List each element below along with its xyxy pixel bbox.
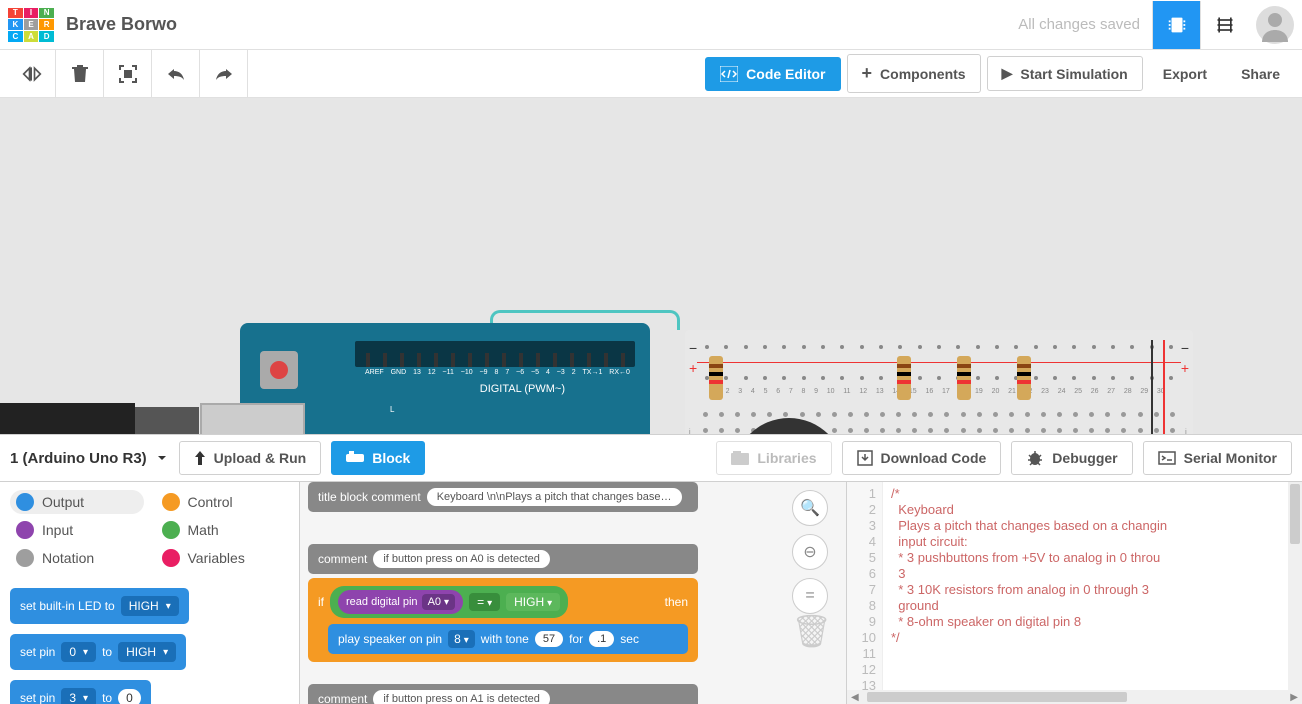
redo-button[interactable]	[200, 50, 248, 98]
block-workspace[interactable]: 🔍 ⊖ = 🗑 title block comment Keyboard \n\…	[300, 482, 846, 704]
pin-dropdown[interactable]: 8	[448, 630, 475, 648]
minus-icon: −	[689, 340, 697, 356]
set-pin-block[interactable]: set pin 0 to HIGH	[10, 634, 186, 670]
read-digital-block[interactable]: read digital pin A0	[338, 590, 463, 614]
set-led-block[interactable]: set built-in LED to HIGH	[10, 588, 189, 624]
download-code-button[interactable]: Download Code	[842, 441, 1002, 475]
code-toolbar: 1 (Arduino Uno R3) Upload & Run Block Li…	[0, 434, 1302, 482]
breadboard[interactable]: + + − − 12345678910111213141516171819202…	[685, 330, 1193, 434]
high-dropdown[interactable]: HIGH	[506, 593, 560, 611]
horizontal-scrollbar[interactable]: ◀ ▶	[847, 690, 1302, 704]
code-editor-button[interactable]: Code Editor	[705, 57, 840, 91]
toolbar: Code Editor +Components ▶Start Simulatio…	[0, 50, 1302, 98]
row-labels-left: jihgf	[689, 426, 693, 434]
play-speaker-block[interactable]: play speaker on pin 8 with tone 57 for .…	[328, 624, 688, 654]
block-mode-button[interactable]: Block	[331, 441, 425, 475]
category-list: Output Control Input Math Notation Varia…	[0, 482, 299, 578]
if-block[interactable]: if read digital pin A0 = HIGH then play …	[308, 578, 698, 662]
user-avatar[interactable]	[1256, 6, 1294, 44]
serial-monitor-button[interactable]: Serial Monitor	[1143, 441, 1292, 475]
equals-block[interactable]: read digital pin A0 = HIGH	[330, 586, 568, 618]
zoom-out-button[interactable]: ⊖	[792, 534, 828, 570]
category-variables[interactable]: Variables	[156, 546, 290, 570]
category-notation[interactable]: Notation	[10, 546, 144, 570]
components-button[interactable]: +Components	[847, 54, 981, 93]
plus-icon: +	[689, 360, 697, 376]
usb-cable	[0, 403, 135, 434]
comment-block[interactable]: comment if button press on A0 is detecte…	[308, 544, 698, 574]
tinkercad-logo[interactable]: TINKERCAD	[8, 8, 54, 42]
project-name[interactable]: Brave Borwo	[66, 14, 1018, 35]
start-simulation-button[interactable]: ▶Start Simulation	[987, 56, 1143, 91]
column-numbers: 1234567891011121314151617181920212223242…	[713, 388, 1165, 395]
debugger-button[interactable]: Debugger	[1011, 441, 1132, 475]
circuits-view-button[interactable]	[1152, 1, 1200, 49]
title-comment-block[interactable]: title block comment Keyboard \n\nPlays a…	[308, 482, 698, 512]
wire-red[interactable]	[1163, 340, 1165, 434]
recenter-button[interactable]: =	[792, 578, 828, 614]
comment-input[interactable]: if button press on A0 is detected	[373, 550, 550, 568]
editor-area: Output Control Input Math Notation Varia…	[0, 482, 1302, 704]
libraries-button[interactable]: Libraries	[716, 441, 831, 475]
block-palette: Output Control Input Math Notation Varia…	[0, 482, 300, 704]
digital-pwm-label: DIGITAL (PWM~)	[480, 383, 565, 395]
palette-blocks: set built-in LED to HIGH set pin 0 to HI…	[0, 578, 299, 704]
undo-button[interactable]	[152, 50, 200, 98]
reset-button-icon[interactable]	[260, 351, 298, 389]
pin-dropdown[interactable]: A0	[422, 594, 456, 610]
code-panel: 12345678910111213 /* Keyboard Plays a pi…	[846, 482, 1302, 704]
pin-dropdown[interactable]: 0	[61, 642, 96, 662]
category-control[interactable]: Control	[156, 490, 290, 514]
resistor[interactable]	[957, 356, 971, 400]
value-input[interactable]: 0	[118, 689, 141, 704]
circuit-canvas[interactable]: AREFGND1312~11~10~987~6~54~32TX→1RX←0 DI…	[0, 98, 1302, 434]
schematic-view-button[interactable]	[1200, 1, 1248, 49]
high-dropdown[interactable]: HIGH	[121, 596, 179, 616]
l-label: L	[390, 405, 394, 414]
power-rail-top[interactable]	[697, 338, 1181, 386]
vertical-scrollbar[interactable]	[1288, 482, 1302, 690]
digital-pin-header[interactable]	[355, 341, 635, 367]
resistor[interactable]	[709, 356, 723, 400]
fit-view-button[interactable]	[104, 50, 152, 98]
export-button[interactable]: Export	[1149, 58, 1221, 90]
category-output[interactable]: Output	[10, 490, 144, 514]
duration-input[interactable]: .1	[589, 631, 614, 647]
pin-dropdown[interactable]: 3	[61, 688, 96, 704]
delete-button[interactable]	[56, 50, 104, 98]
plus-icon: +	[1181, 360, 1189, 376]
usb-connector	[200, 403, 305, 434]
line-gutter: 12345678910111213	[847, 482, 883, 690]
code-text[interactable]: /* Keyboard Plays a pitch that changes b…	[883, 482, 1288, 690]
row-labels-right: jihgf	[1185, 426, 1189, 434]
category-math[interactable]: Math	[156, 518, 290, 542]
value-dropdown[interactable]: HIGH	[118, 642, 176, 662]
app-header: TINKERCAD Brave Borwo All changes saved	[0, 0, 1302, 50]
set-pin-value-block[interactable]: set pin 3 to 0	[10, 680, 151, 704]
category-input[interactable]: Input	[10, 518, 144, 542]
comment-input[interactable]: if button press on A1 is detected	[373, 690, 550, 704]
operator-dropdown[interactable]: =	[469, 593, 500, 611]
zoom-in-button[interactable]: 🔍	[792, 490, 828, 526]
resistor[interactable]	[1017, 356, 1031, 400]
wire-black[interactable]	[1151, 340, 1153, 434]
resistor[interactable]	[897, 356, 911, 400]
save-status: All changes saved	[1018, 16, 1140, 33]
trash-icon[interactable]: 🗑	[791, 612, 832, 650]
comment-block[interactable]: comment if button press on A1 is detecte…	[308, 684, 698, 704]
upload-run-button[interactable]: Upload & Run	[179, 441, 322, 475]
mirror-button[interactable]	[8, 50, 56, 98]
device-dropdown[interactable]: 1 (Arduino Uno R3)	[10, 450, 169, 467]
title-input[interactable]: Keyboard \n\nPlays a pitch that changes …	[427, 488, 682, 506]
share-button[interactable]: Share	[1227, 58, 1294, 90]
minus-icon: −	[1181, 340, 1189, 356]
tone-input[interactable]: 57	[535, 631, 563, 647]
pin-labels: AREFGND1312~11~10~987~6~54~32TX→1RX←0	[365, 369, 630, 376]
